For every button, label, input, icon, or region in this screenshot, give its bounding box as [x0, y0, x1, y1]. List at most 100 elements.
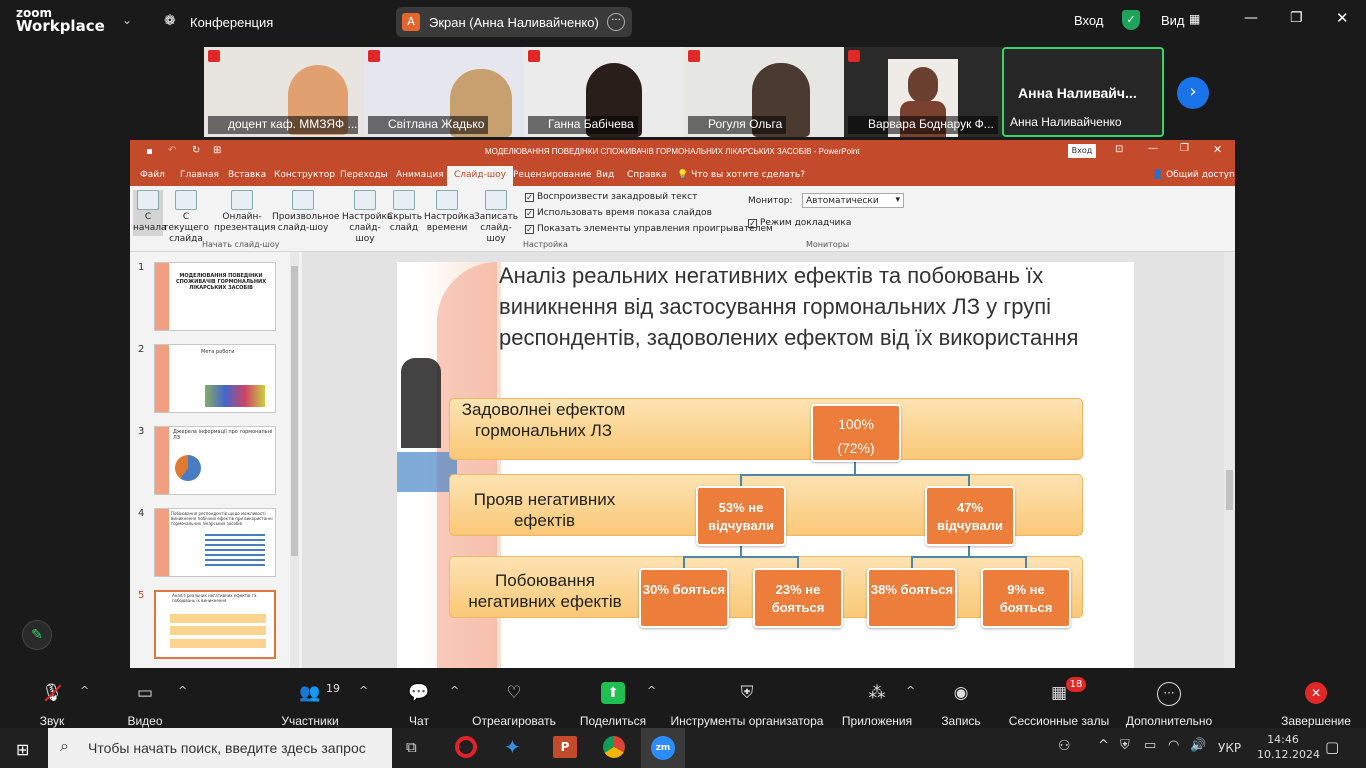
chevron-up-icon[interactable]: ^	[178, 684, 187, 697]
audio-button[interactable]: Звук	[40, 714, 65, 728]
custom-show-button[interactable]: Произвольное слайд-шоу	[272, 190, 339, 234]
tab-slideshow[interactable]: Слайд-шоу	[447, 166, 513, 186]
hide-slide-button[interactable]: Скрыть слайд	[387, 190, 422, 234]
tab-help[interactable]: Справка	[627, 170, 667, 180]
slide-thumb[interactable]: Мета роботи	[154, 344, 276, 413]
slide-thumb-active[interactable]: Аналіз реальних негативних ефектів та по…	[154, 590, 276, 659]
apps-icon[interactable]: ⁂	[865, 682, 889, 704]
mic-muted-icon[interactable]: 🎙	[40, 682, 64, 704]
chk-timings[interactable]: ✓ Использовать время показа слайдов	[525, 208, 712, 218]
chk-narration[interactable]: ✓ Воспроизвести закадровый текст	[525, 192, 697, 202]
end-meeting-icon[interactable]: ✕	[1305, 682, 1327, 704]
chevron-up-icon[interactable]: ^	[80, 684, 89, 697]
search-box[interactable]: ⌕ Чтобы начать поиск, введите здесь запр…	[48, 728, 392, 768]
person-icon[interactable]: ⚇	[1058, 738, 1071, 754]
from-current-button[interactable]: С текущего слайда	[163, 190, 209, 245]
close-icon[interactable]: ✕	[1336, 9, 1349, 27]
opera-icon[interactable]	[455, 736, 477, 758]
language-indicator[interactable]: УКР	[1218, 741, 1241, 755]
monitor-select[interactable]: Автоматически ▾	[802, 193, 904, 208]
react-button[interactable]: Отреагировать	[472, 714, 556, 728]
chat-icon[interactable]: 💬	[407, 682, 431, 704]
participant-tile[interactable]: Ганна Бабічева	[524, 47, 684, 137]
powerpoint-icon[interactable]: P	[553, 736, 577, 758]
signin-button[interactable]: Вход	[1074, 13, 1103, 28]
online-presentation-button[interactable]: Онлайн-презентация	[214, 190, 276, 234]
wifi-icon[interactable]: ◠	[1168, 738, 1179, 753]
record-button[interactable]: Запись	[941, 714, 980, 728]
record-slideshow-button[interactable]: Записать слайд-шоу	[472, 190, 520, 245]
tab-animation[interactable]: Анимация	[396, 170, 444, 180]
chk-media-controls[interactable]: ✓ Показать элементы управления проигрыват…	[525, 224, 773, 234]
end-button[interactable]: Завершение	[1281, 714, 1351, 728]
chevron-up-icon[interactable]: ^	[906, 684, 915, 697]
chevron-up-icon[interactable]: ^	[359, 684, 368, 697]
tab-file[interactable]: Файл	[140, 170, 165, 180]
slideshow-icon[interactable]: ⊞	[213, 145, 221, 156]
screen-share-pill[interactable]: А Экран (Анна Наливайченко) ···	[396, 7, 632, 37]
ppt-signin-button[interactable]: Вход	[1068, 144, 1096, 158]
chevron-down-icon[interactable]: ⌄	[122, 13, 132, 27]
slide-scrollbar[interactable]	[1224, 252, 1235, 668]
tab-view[interactable]: Вид	[596, 170, 614, 180]
participant-tile[interactable]: Варвара Боднарук Ф...	[844, 47, 1002, 137]
rehearse-timings-button[interactable]: Настройка времени	[424, 190, 475, 234]
copilot-icon[interactable]: ✦	[504, 735, 521, 759]
chevron-up-icon[interactable]: ^	[450, 684, 459, 697]
participant-tile[interactable]: доцент каф. ММЗЯФ ...	[204, 47, 364, 137]
share-button[interactable]: 👤 Общий доступ	[1152, 170, 1235, 180]
close-icon[interactable]: ✕	[1213, 143, 1222, 156]
chevron-up-icon[interactable]: ^	[647, 684, 656, 697]
from-start-button[interactable]: С начала	[133, 190, 167, 236]
share-button[interactable]: Поделиться	[580, 714, 646, 728]
video-camera-icon[interactable]: ▭	[133, 682, 157, 704]
undo-icon[interactable]: ↶	[168, 145, 176, 156]
slide-thumb[interactable]: Побоювання респондентів щодо можливості …	[154, 508, 276, 577]
participants-icon[interactable]: 👥	[298, 682, 322, 704]
participant-tile[interactable]: Рогуля Ольга	[684, 47, 844, 137]
active-speaker-tile[interactable]: Анна Наливайч... Анна Наливайченко	[1002, 47, 1164, 137]
thumb-scrollbar[interactable]	[291, 266, 298, 556]
zoom-taskbar-active[interactable]: zm	[641, 728, 685, 768]
annotate-pencil-icon[interactable]: ✎	[22, 620, 52, 650]
more-icon[interactable]: ···	[1157, 682, 1181, 706]
next-page-icon[interactable]: ›	[1177, 77, 1209, 109]
minimize-icon[interactable]: —	[1244, 10, 1258, 26]
battery-icon[interactable]: ▭	[1144, 738, 1156, 753]
tab-review[interactable]: Рецензирование	[513, 170, 591, 180]
heart-icon[interactable]: ♡	[502, 682, 526, 704]
shield-check-icon[interactable]: ✓	[1122, 10, 1140, 30]
chk-presenter-view[interactable]: ✓ Режим докладчика	[748, 218, 851, 228]
tab-home[interactable]: Главная	[180, 170, 219, 180]
task-view-icon[interactable]: ⧉	[406, 738, 417, 756]
save-icon[interactable]: ▪	[146, 146, 153, 157]
setup-slideshow-button[interactable]: Настройка слайд-шоу	[342, 190, 393, 245]
restore-icon[interactable]: ❐	[1290, 10, 1303, 26]
shield-warning-icon[interactable]: ⛨	[1120, 738, 1130, 753]
restore-icon[interactable]: ❐	[1180, 143, 1189, 154]
tab-insert[interactable]: Вставка	[228, 170, 266, 180]
participant-tile[interactable]: Світлана Жадько	[364, 47, 524, 137]
shield-icon[interactable]: ⛨	[735, 682, 759, 704]
breakout-button[interactable]: Сессионные залы	[1009, 714, 1109, 728]
chat-button[interactable]: Чат	[409, 714, 429, 728]
video-button[interactable]: Видео	[127, 714, 162, 728]
apps-button[interactable]: Приложения	[842, 714, 912, 728]
tellme-field[interactable]: 💡 Что вы хотите сделать?	[677, 170, 805, 180]
minimize-icon[interactable]: —	[1148, 143, 1158, 154]
more-button[interactable]: Дополнительно	[1126, 714, 1212, 728]
meeting-label[interactable]: Конференция	[190, 15, 273, 30]
ribbon-display-icon[interactable]: ⊡	[1115, 144, 1123, 155]
notifications-icon[interactable]: ▢	[1325, 738, 1339, 756]
chevron-up-icon[interactable]: ^	[1098, 738, 1109, 753]
share-screen-icon[interactable]: ⬆	[601, 682, 625, 704]
slide-thumb[interactable]: МОДЕЛЮВАННЯ ПОВЕДІНКИ СПОЖИВАЧІВ ГОРМОНА…	[154, 262, 276, 331]
tab-transitions[interactable]: Переходы	[340, 170, 388, 180]
clock[interactable]: 14:46 10.12.2024	[1257, 732, 1320, 762]
volume-icon[interactable]: 🔊	[1190, 738, 1206, 753]
windows-start-icon[interactable]: ⊞	[16, 740, 29, 759]
tab-design[interactable]: Конструктор	[274, 170, 335, 180]
slide-thumb[interactable]: Джерела інформації про гормональні ЛЗ	[154, 426, 276, 495]
record-icon[interactable]: ◉	[949, 682, 973, 704]
redo-icon[interactable]: ↻	[192, 145, 200, 156]
